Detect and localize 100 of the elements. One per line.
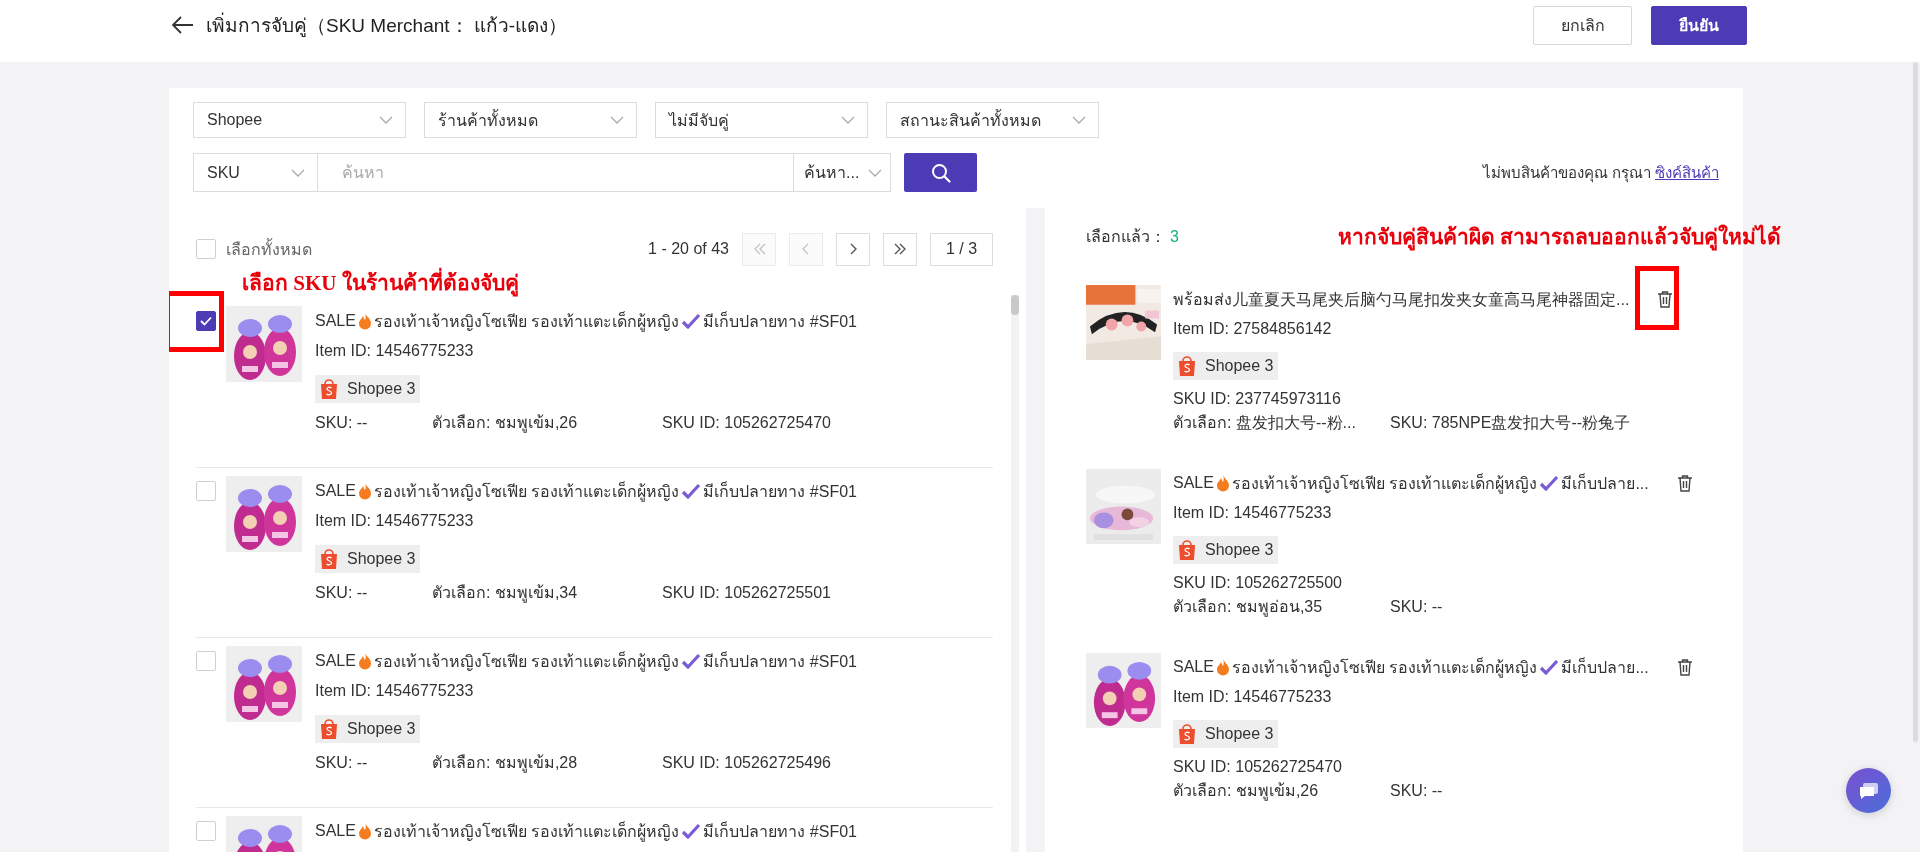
sku-text: SKU: 785NPE盘发扣大号--粉兔子 [1390, 413, 1632, 433]
checkmark-icon [1539, 659, 1560, 675]
trash-icon[interactable] [1676, 658, 1693, 676]
item-id: Item ID: 14546775233 [1173, 687, 1333, 707]
sync-hint: ไม่พบสินค้าของคุณ กรุณา ซิงค์สินค้า [1482, 162, 1719, 185]
fire-icon [1215, 474, 1230, 492]
double-chevron-left-icon [752, 242, 766, 256]
product-title: มีเก็บปลาย... [1561, 656, 1649, 678]
trash-icon[interactable] [1657, 290, 1674, 308]
chevron-down-icon [841, 116, 855, 124]
chevron-down-icon [868, 168, 882, 177]
item-id: Item ID: 14546775233 [1173, 503, 1333, 523]
sku-id-text: SKU ID: 105262725470 [662, 413, 832, 433]
checkmark-icon [681, 313, 702, 329]
chevron-down-icon [1072, 116, 1086, 124]
product-title: รองเท้าเจ้าหญิงโซเฟีย รองเท้าแตะเด็กผู้หญิง [373, 650, 680, 674]
chat-icon [1858, 781, 1879, 800]
product-title: SALE [315, 822, 356, 840]
sku-id-text: SKU ID: 105262725496 [662, 753, 832, 773]
scrollbar-thumb[interactable] [1913, 62, 1918, 742]
shopping-bag-icon [1177, 539, 1197, 561]
shopping-bag-icon [319, 378, 339, 400]
shop-name: Shopee 3 [347, 550, 416, 568]
shop-name: Shopee 3 [1205, 357, 1274, 375]
back-arrow-icon[interactable] [172, 16, 194, 34]
item-id: Item ID: 14546775233 [315, 341, 475, 361]
select-all-checkbox[interactable] [196, 239, 216, 259]
product-title: รองเท้าเจ้าหญิงโซเฟีย รองเท้าแตะเด็กผู้หญิง [1231, 472, 1538, 496]
shopping-bag-icon [1177, 723, 1197, 745]
product-title: มีเก็บปลายทาง #SF01 [703, 480, 857, 502]
chevron-down-icon [379, 116, 393, 124]
shopping-bag-icon [1177, 355, 1197, 377]
shopping-bag-icon [319, 718, 339, 740]
search-mode-dropdown[interactable]: ค้นหา... [793, 153, 891, 192]
chevron-down-icon [291, 168, 305, 177]
next-page-button[interactable] [836, 232, 870, 266]
product-title: SALE [1173, 658, 1214, 676]
option-text: ตัวเลือก: ชมพูเข้ม,26 [432, 413, 579, 435]
shop-name: Shopee 3 [347, 720, 416, 738]
sku-text: SKU: -- [1390, 781, 1444, 801]
filter-dropdown[interactable]: ร้านค้าทั้งหมด [424, 102, 637, 138]
double-chevron-right-icon [893, 242, 907, 256]
annotation-text: เลือก SKU ในร้านค้าที่ต้องจับคู่ [242, 268, 993, 298]
fire-icon [357, 822, 372, 840]
last-page-button[interactable] [883, 232, 917, 266]
item-id: Item ID: 27584856142 [1173, 319, 1333, 339]
shop-name: Shopee 3 [347, 380, 416, 398]
sku-id-text: SKU ID: 105262725500 [1173, 573, 1343, 593]
product-title: SALE [1173, 474, 1214, 492]
filter-dropdown[interactable]: สถานะสินค้าทั้งหมด [886, 102, 1099, 138]
trash-icon[interactable] [1676, 474, 1693, 492]
shopping-bag-icon [319, 548, 339, 570]
sku-id-text: SKU ID: 105262725501 [662, 583, 832, 603]
page-indicator[interactable]: 1 / 3 [930, 232, 993, 266]
sku-text: SKU: -- [1390, 597, 1444, 617]
fire-icon [357, 312, 372, 330]
product-title: SALE [315, 312, 356, 330]
option-text: ตัวเลือก: ชมพูเข้ม,28 [432, 753, 579, 775]
selected-count: เลือกแล้ว： 3 [1086, 226, 1179, 247]
annotation-text: หากจับคู่สินค้าผิด สามารถลบออกแล้วจับคู่ใหม่ได้ [1337, 223, 1781, 253]
confirm-button[interactable]: ยืนยัน [1651, 6, 1747, 45]
filter-dropdown[interactable]: ไม่มีจับคู่ [655, 102, 868, 138]
search-icon [930, 162, 951, 183]
page-range: 1 - 20 of 43 [648, 240, 729, 258]
sku-text: SKU: -- [315, 413, 369, 433]
page-title: เพิ่มการจับคู่（SKU Merchant： แก้ว-แดง） [206, 10, 568, 40]
sku-id-text: SKU ID: 105262725470 [1173, 757, 1343, 777]
scrollbar-thumb[interactable] [1011, 295, 1019, 315]
item-id: Item ID: 14546775233 [315, 681, 475, 701]
fire-icon [357, 652, 372, 670]
search-field[interactable]: ค้นหา [318, 153, 794, 192]
option-text: ตัวเลือก: 盘发扣大号--粉... [1173, 413, 1357, 433]
search-button[interactable] [904, 153, 977, 192]
checkmark-icon [1539, 475, 1560, 491]
chat-button[interactable] [1846, 768, 1891, 813]
cancel-button[interactable]: ยกเลิก [1533, 6, 1632, 45]
shop-name: Shopee 3 [1205, 541, 1274, 559]
search-type-dropdown[interactable]: SKU [193, 153, 318, 192]
shop-name: Shopee 3 [1205, 725, 1274, 743]
fire-icon [1215, 658, 1230, 676]
product-title: รองเท้าเจ้าหญิงโซเฟีย รองเท้าแตะเด็กผู้หญิง [373, 310, 680, 334]
option-text: ตัวเลือก: ชมพูอ่อน,35 [1173, 597, 1324, 619]
sku-text: SKU: -- [315, 583, 369, 603]
chevron-down-icon [610, 116, 624, 124]
sku-text: SKU: -- [315, 753, 369, 773]
product-title: มีเก็บปลายทาง #SF01 [703, 310, 857, 332]
row-checkbox[interactable] [196, 311, 216, 331]
product-title: รองเท้าเจ้าหญิงโซเฟีย รองเท้าแตะเด็กผู้หญิง [373, 480, 680, 504]
filter-dropdown[interactable]: Shopee [193, 102, 406, 138]
checkmark-icon [681, 653, 702, 669]
product-title: SALE [315, 652, 356, 670]
product-title: มีเก็บปลายทาง #SF01 [703, 650, 857, 672]
checkmark-icon [681, 823, 702, 839]
sync-link[interactable]: ซิงค์สินค้า [1655, 163, 1719, 181]
product-title: พร้อมส่ง儿童夏天马尾夹后脑勺马尾扣发夹女童高马尾神器固定... [1173, 289, 1630, 310]
product-title: รองเท้าเจ้าหญิงโซเฟีย รองเท้าแตะเด็กผู้หญิง [1231, 656, 1538, 680]
checkmark-icon [200, 316, 212, 326]
sku-id-text: SKU ID: 237745973116 [1173, 389, 1342, 409]
item-id: Item ID: 14546775233 [315, 511, 475, 531]
fire-icon [357, 482, 372, 500]
